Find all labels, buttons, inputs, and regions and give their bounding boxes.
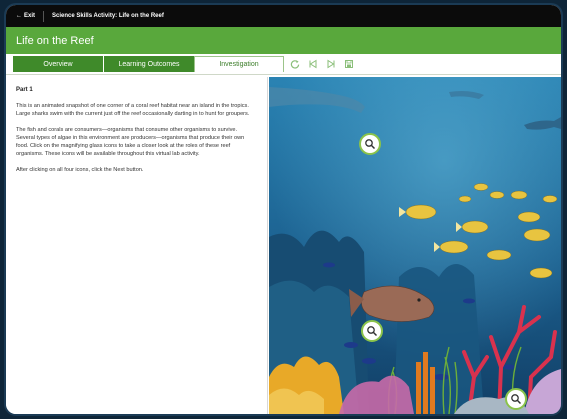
tab-label: Learning Outcomes	[118, 60, 180, 68]
tab-bar: Overview Learning Outcomes Investigation	[6, 54, 561, 75]
forward-icon[interactable]	[326, 59, 336, 69]
tab-label: Overview	[43, 60, 73, 68]
magnifier-button-middle[interactable]	[361, 320, 383, 342]
tab-overview[interactable]: Overview	[13, 56, 103, 72]
divider	[43, 10, 45, 22]
save-icon[interactable]	[344, 59, 354, 69]
paragraph: After clicking on all four icons, click …	[16, 167, 144, 173]
reset-icon[interactable]	[290, 59, 300, 69]
part-heading: Part 1	[16, 87, 33, 93]
instructions-panel: Part 1 This is an animated snapshot of o…	[6, 77, 268, 414]
exit-button[interactable]: ← Exit	[6, 13, 43, 19]
top-bar: ← Exit Science Skills Activity: Life on …	[6, 5, 561, 27]
tab-learning-outcomes[interactable]: Learning Outcomes	[103, 56, 194, 72]
page-title: Life on the Reef	[16, 34, 94, 47]
paragraph: The fish and corals are consumers—organi…	[16, 127, 245, 157]
page-title-bar: Life on the Reef	[6, 27, 561, 54]
tab-label: Investigation	[219, 61, 259, 68]
exit-label: Exit	[24, 13, 36, 19]
paragraph: This is an animated snapshot of one corn…	[16, 103, 250, 117]
magnifier-icon	[511, 394, 522, 405]
back-arrow-icon: ←	[16, 13, 22, 19]
activity-title: Science Skills Activity: Life on the Ree…	[52, 13, 164, 19]
magnifier-icon	[365, 139, 376, 150]
magnifier-button-bottom[interactable]	[505, 388, 527, 410]
tab-investigation[interactable]: Investigation	[194, 56, 284, 72]
magnifier-icon	[367, 326, 378, 337]
app-frame: ← Exit Science Skills Activity: Life on …	[6, 5, 561, 414]
back-icon[interactable]	[308, 59, 318, 69]
reef-scene	[269, 77, 561, 414]
reef-illustration	[269, 77, 561, 414]
magnifier-button-top[interactable]	[359, 133, 381, 155]
